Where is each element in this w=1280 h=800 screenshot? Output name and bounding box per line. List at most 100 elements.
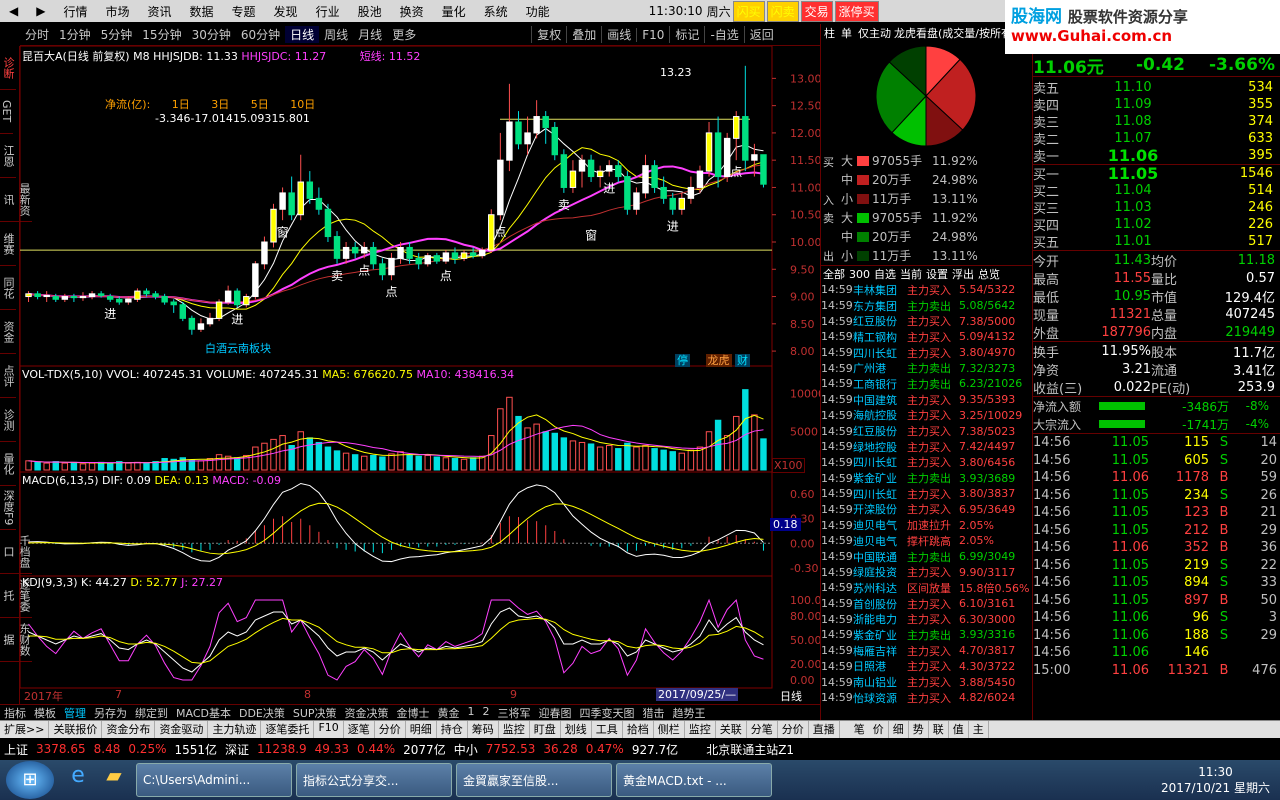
system-clock[interactable]: 11:30 2017/10/21 星期六: [1161, 765, 1270, 796]
taskbar-task[interactable]: 黄金MACD.txt - ...: [616, 763, 772, 797]
indicator-tab[interactable]: DDE决策: [235, 705, 289, 720]
menu-item-2[interactable]: 资讯: [139, 3, 181, 20]
indicator-tab[interactable]: 指标: [0, 705, 30, 720]
period-tab-selected[interactable]: 日线: [285, 26, 320, 43]
period-tab[interactable]: 30分钟: [187, 26, 236, 43]
sidebar-item[interactable]: GET: [0, 90, 13, 134]
function-tab[interactable]: 扩展>>: [0, 721, 50, 738]
function-tab[interactable]: 逐笔委托: [261, 721, 315, 738]
sidebar-item[interactable]: 资金: [0, 310, 16, 354]
indicator-tab[interactable]: 四季变天图: [576, 705, 639, 720]
panel-tab[interactable]: 单: [841, 25, 852, 41]
trade-alert-row[interactable]: 14:59 四川长虹 主力买入 3.80/3837: [821, 486, 1032, 502]
trade-alert-row[interactable]: 14:59 红豆股份 主力买入 7.38/5000: [821, 313, 1032, 329]
sidebar-item[interactable]: 诊断: [0, 46, 16, 90]
order-book-row[interactable]: 卖二 11.07 633: [1033, 130, 1280, 148]
function-tab[interactable]: 工具: [592, 721, 623, 738]
function-tab[interactable]: 关联: [716, 721, 747, 738]
trade-alert-row[interactable]: 14:59 红豆股份 主力买入 7.38/5023: [821, 423, 1032, 439]
function-tab[interactable]: 分价: [375, 721, 406, 738]
period-tab[interactable]: 5分钟: [96, 26, 138, 43]
back-icon[interactable]: ◀: [0, 4, 27, 18]
order-book-row[interactable]: 买四 11.02 226: [1033, 216, 1280, 234]
function-tab[interactable]: 监控: [685, 721, 716, 738]
folder-icon[interactable]: ▰: [96, 763, 132, 797]
server-status[interactable]: 北京联通主站Z1: [706, 741, 794, 758]
sidebar-item[interactable]: 同花: [0, 266, 16, 310]
function-tab[interactable]: 持仓: [437, 721, 468, 738]
tag-finance[interactable]: 财: [735, 354, 750, 367]
function-tab[interactable]: 明细: [406, 721, 437, 738]
quick-buy-button[interactable]: 闪买: [732, 0, 765, 22]
indicator-tab[interactable]: 模板: [30, 705, 60, 720]
panel-tab[interactable]: 龙虎看盘(成交量/按所有): [894, 25, 1016, 41]
filter-tab[interactable]: 当前: [900, 266, 922, 282]
order-book-row[interactable]: 卖五 11.10 534: [1033, 79, 1280, 97]
function-tab[interactable]: 监控: [499, 721, 530, 738]
menu-item-1[interactable]: 市场: [96, 3, 138, 20]
quote-bottom-tab[interactable]: 联: [929, 721, 949, 738]
menu-item-6[interactable]: 行业: [307, 3, 349, 20]
panel-tab[interactable]: 柱: [824, 25, 835, 41]
sidebar-item[interactable]: 江恩: [0, 134, 16, 178]
indicator-tab[interactable]: 绑定到: [131, 705, 172, 720]
taskbar-task[interactable]: 金貿贏家至信股...: [456, 763, 612, 797]
indicator-tab[interactable]: 1: [464, 705, 479, 720]
trade-alert-row[interactable]: 14:59 绿庭投资 主力买入 9.90/3117: [821, 564, 1032, 580]
function-tab[interactable]: 筹码: [468, 721, 499, 738]
mark-button[interactable]: 标记: [669, 26, 704, 43]
trade-alert-row[interactable]: 14:59 中国建筑 主力买入 9.35/5393: [821, 392, 1032, 408]
function-tab[interactable]: 侧栏: [654, 721, 685, 738]
function-tab[interactable]: 关联报价: [49, 721, 103, 738]
forward-icon[interactable]: ▶: [27, 4, 54, 18]
trade-alert-row[interactable]: 14:59 海航控股 主力买入 3.25/10029: [821, 408, 1032, 424]
trade-alert-row[interactable]: 14:59 迪贝电气 加速拉升 2.05%: [821, 517, 1032, 533]
trade-alert-row[interactable]: 14:59 紫金矿业 主力卖出 3.93/3316: [821, 627, 1032, 643]
order-book-row[interactable]: 卖三 11.08 374: [1033, 113, 1280, 131]
trade-alert-row[interactable]: 14:59 广州港 主力卖出 7.32/3273: [821, 360, 1032, 376]
trade-alert-row[interactable]: 14:59 中国联通 主力卖出 6.99/3049: [821, 549, 1032, 565]
function-tab[interactable]: 分价: [778, 721, 809, 738]
order-book-row[interactable]: 买三 11.03 246: [1033, 199, 1280, 217]
indicator-tab[interactable]: 趋势王: [669, 705, 710, 720]
filter-tab[interactable]: 全部: [823, 266, 845, 282]
menu-item-5[interactable]: 发现: [265, 3, 307, 20]
quote-bottom-tab[interactable]: 细: [889, 721, 909, 738]
menu-item-11[interactable]: 功能: [517, 3, 559, 20]
period-tab[interactable]: 周线: [319, 26, 353, 43]
function-tab[interactable]: 主力轨迹: [208, 721, 262, 738]
quick-sell-button[interactable]: 闪卖: [766, 0, 799, 22]
indicator-tab[interactable]: 黄金: [434, 705, 464, 720]
trade-alert-row[interactable]: 14:59 首创股份 主力买入 6.10/3161: [821, 596, 1032, 612]
remove-watchlist-button[interactable]: -自选: [704, 26, 743, 43]
period-tab[interactable]: 15分钟: [137, 26, 186, 43]
tag-dragon-tiger[interactable]: 龙虎: [705, 354, 732, 367]
sidebar-item[interactable]: 深度F9: [0, 486, 16, 530]
overlay-button[interactable]: 叠加: [566, 26, 601, 43]
indicator-tab[interactable]: MACD基本: [172, 705, 235, 720]
quote-bottom-tab[interactable]: 势: [909, 721, 929, 738]
order-book-row[interactable]: 卖四 11.09 355: [1033, 96, 1280, 114]
trade-alert-row[interactable]: 14:59 梅雁吉祥 主力买入 4.70/3817: [821, 643, 1032, 659]
trade-alert-row[interactable]: 14:59 绿地控股 主力买入 7.42/4497: [821, 439, 1032, 455]
menu-item-3[interactable]: 数据: [181, 3, 223, 20]
menu-item-4[interactable]: 专题: [223, 3, 265, 20]
tag-suspend[interactable]: 停: [675, 354, 690, 367]
function-tab[interactable]: 资金驱动: [155, 721, 209, 738]
chart-area[interactable]: 13.00 12.50 12.00 11.50 11.00 10.50 10.00 9.50 9…: [19, 45, 829, 704]
period-tab[interactable]: 分时: [20, 26, 54, 43]
indicator-tab[interactable]: 猎击: [639, 705, 669, 720]
menu-item-10[interactable]: 系统: [475, 3, 517, 20]
period-tab[interactable]: 月线: [353, 26, 387, 43]
period-tab[interactable]: 1分钟: [54, 26, 96, 43]
sidebar-item[interactable]: 点评: [0, 354, 16, 398]
trade-alert-row[interactable]: 14:59 四川长虹 主力买入 3.80/6456: [821, 455, 1032, 471]
order-book-row[interactable]: 买五 11.01 517: [1033, 233, 1280, 251]
sidebar-item[interactable]: 诊测: [0, 398, 16, 442]
trade-alert-row[interactable]: 14:59 东方集团 主力卖出 5.08/5642: [821, 298, 1032, 314]
indicator-tab[interactable]: 迎春图: [535, 705, 576, 720]
function-tab[interactable]: 分笔: [747, 721, 778, 738]
indicator-tab[interactable]: 管理: [60, 705, 90, 720]
filter-tab[interactable]: 自选: [874, 266, 896, 282]
function-tab[interactable]: 资金分布: [102, 721, 156, 738]
